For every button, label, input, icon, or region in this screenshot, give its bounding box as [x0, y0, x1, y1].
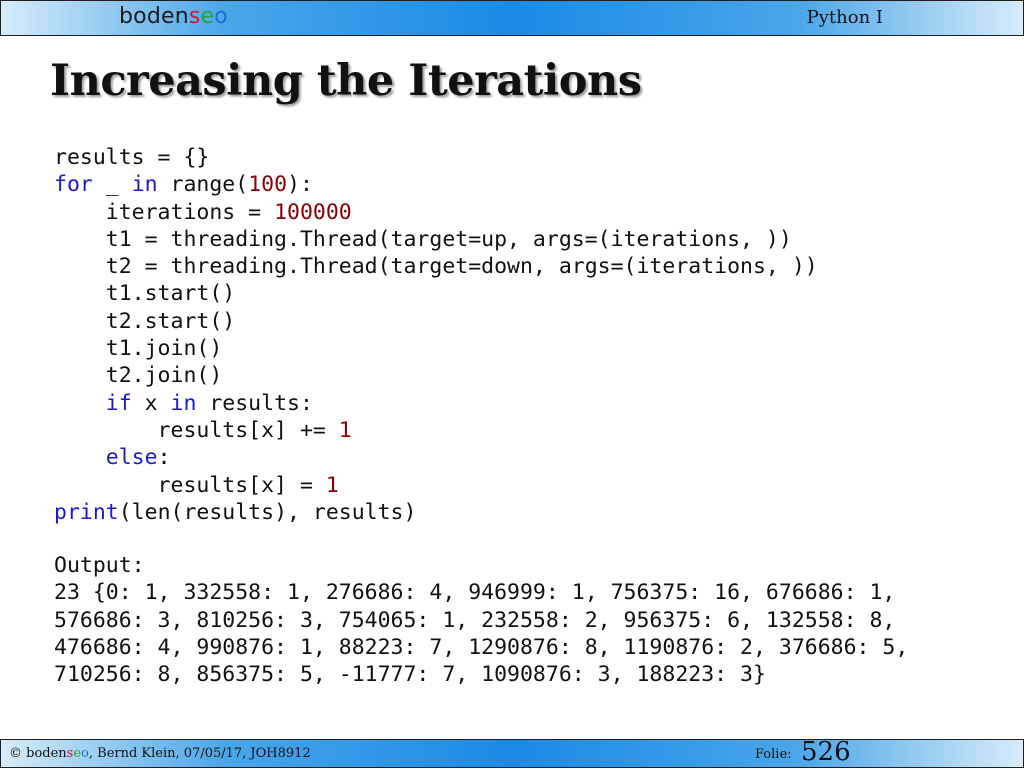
code-line: t2 = threading.Thread(target=down, args=… — [54, 253, 818, 280]
code-text: iterations = — [54, 199, 275, 225]
number-literal: 100000 — [274, 199, 352, 225]
course-title: Python I — [806, 7, 883, 28]
code-text: x — [131, 390, 171, 416]
folie-label: Folie: — [755, 747, 792, 762]
builtin-function: print — [54, 499, 119, 525]
code-text: results[x] = — [54, 472, 326, 498]
author-info: , Bernd Klein, 07/05/17, JOH8912 — [88, 746, 311, 761]
code-line: else: — [54, 444, 818, 471]
code-line: results[x] = 1 — [54, 472, 818, 499]
folie-number: 526 — [801, 737, 851, 767]
code-line: for _ in range(100): — [54, 171, 818, 198]
code-text: results = {} — [54, 145, 210, 170]
number-literal: 1 — [325, 472, 339, 498]
code-line: results = {} — [54, 144, 818, 171]
keyword: in — [131, 172, 158, 198]
keyword: if — [105, 390, 132, 416]
code-line: results[x] += 1 — [54, 417, 818, 444]
footer-bar: © bodenseo, Bernd Klein, 07/05/17, JOH89… — [0, 737, 1024, 768]
brand-base: boden — [119, 4, 189, 29]
footer-brand-o: o — [81, 746, 89, 761]
brand-logo: bodenseo — [119, 4, 228, 29]
code-text: t1 = threading.Thread(target=up, args=(i… — [54, 226, 792, 252]
code-text: results[x] += — [54, 417, 339, 443]
code-text: t1.start() — [54, 281, 236, 307]
code-text: range( — [157, 172, 249, 198]
output-label: Output: — [54, 553, 145, 578]
code-text: : — [157, 445, 171, 471]
code-line: t2.join() — [54, 362, 818, 389]
code-text: (len(results), results) — [118, 499, 417, 525]
code-line: if x in results: — [54, 390, 818, 417]
header-bar: bodenseo Python I — [0, 0, 1024, 36]
keyword: for — [54, 172, 93, 198]
code-line: t1 = threading.Thread(target=up, args=(i… — [54, 226, 818, 253]
code-text: t2.join() — [54, 363, 223, 389]
keyword: in — [170, 390, 197, 416]
output-block: Output: 23 {0: 1, 332558: 1, 276686: 4, … — [54, 552, 908, 688]
code-line: t1.start() — [54, 280, 818, 307]
output-line: 710256: 8, 856375: 5, -11777: 7, 1090876… — [54, 662, 766, 688]
footer-brand-e: e — [73, 746, 82, 761]
code-block: results = {} for _ in range(100): iterat… — [54, 144, 818, 526]
code-text: results: — [196, 390, 313, 416]
code-text: t1.join() — [54, 336, 223, 362]
brand-e: e — [200, 4, 215, 29]
output-line: 576686: 3, 810256: 3, 754065: 1, 232558:… — [54, 607, 896, 633]
number-literal: 100 — [248, 172, 288, 198]
slide-title: Increasing the Iterations — [50, 56, 642, 106]
keyword: else — [105, 445, 158, 471]
code-text: _ — [92, 172, 132, 198]
code-text: ): — [287, 172, 313, 198]
output-line: 476686: 4, 990876: 1, 88223: 7, 1290876:… — [54, 634, 909, 660]
code-line: t2.start() — [54, 308, 818, 335]
number-literal: 1 — [338, 417, 352, 443]
output-line: 23 {0: 1, 332558: 1, 276686: 4, 946999: … — [54, 580, 896, 606]
footer-brand-base: boden — [22, 746, 67, 761]
code-text: t2 = threading.Thread(target=down, args=… — [54, 254, 818, 280]
code-text: t2.start() — [54, 308, 236, 334]
code-line: iterations = 100000 — [54, 199, 818, 226]
code-line: print(len(results), results) — [54, 499, 818, 526]
copyright-symbol: © — [9, 746, 22, 761]
brand-o: o — [214, 4, 228, 29]
brand-s: s — [188, 4, 201, 29]
code-line: t1.join() — [54, 335, 818, 362]
copyright-notice: © bodenseo, Bernd Klein, 07/05/17, JOH89… — [9, 746, 311, 761]
